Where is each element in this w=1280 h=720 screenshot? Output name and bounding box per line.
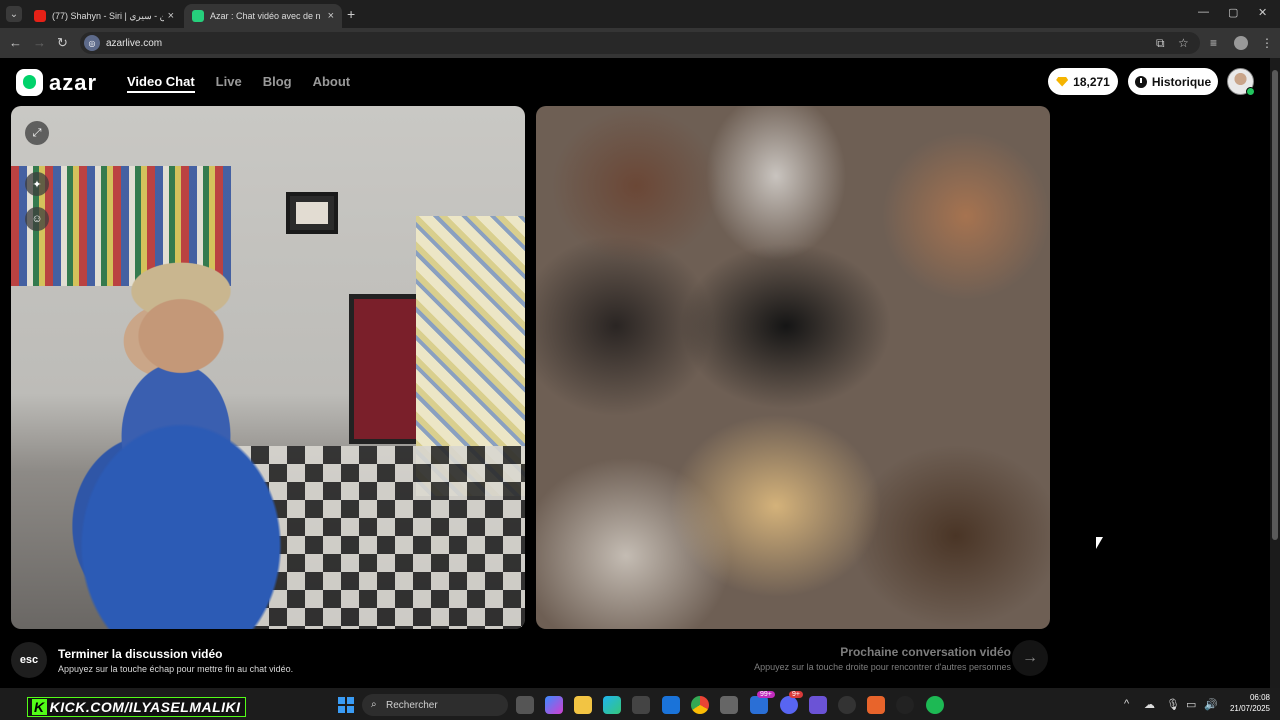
forward-icon[interactable]: → <box>33 35 46 50</box>
taskbar-clock[interactable]: 06:08 21/07/2025 <box>1222 692 1270 714</box>
media-control-icon[interactable]: ≡ <box>1210 36 1217 50</box>
gem-count: 18,271 <box>1073 74 1110 89</box>
clock-icon <box>1134 75 1147 88</box>
sticker-icon[interactable]: ☺ <box>25 207 49 231</box>
file-explorer-icon[interactable] <box>574 696 592 714</box>
copilot-icon[interactable] <box>545 696 563 714</box>
teams-icon[interactable] <box>750 696 768 714</box>
main-nav: Video Chat Live Blog About <box>127 74 350 93</box>
notification-badge: 99+ <box>757 691 775 698</box>
task-view-icon[interactable] <box>516 696 534 714</box>
nav-about[interactable]: About <box>313 74 351 93</box>
new-tab-button[interactable]: + <box>347 6 355 22</box>
next-chat-control[interactable]: Prochaine conversation vidéo Appuyez sur… <box>754 645 1011 672</box>
more-menu-icon[interactable]: ⋮ <box>1261 36 1273 50</box>
obs-icon[interactable] <box>838 696 856 714</box>
store-icon[interactable] <box>632 696 650 714</box>
mouse-cursor-icon <box>1096 537 1103 549</box>
kick-url: KICK.COM/ILYASELMALIKI <box>49 699 241 715</box>
tab-title: (77) Shahyn - Siri | شاهين - سيري <box>52 10 164 21</box>
app-icon[interactable] <box>720 696 738 714</box>
chrome-icon[interactable] <box>691 696 709 714</box>
install-app-icon[interactable]: ⧉ <box>1156 36 1165 51</box>
close-tab-icon[interactable]: × <box>328 10 334 22</box>
minimize-icon[interactable]: — <box>1198 6 1209 18</box>
back-icon[interactable]: ← <box>9 35 22 50</box>
esc-key-button[interactable]: esc <box>11 642 47 678</box>
user-avatar[interactable] <box>1227 68 1255 96</box>
browser-tab-azar[interactable]: Azar : Chat vidéo avec de n × <box>184 4 342 28</box>
profile-icon[interactable] <box>1234 36 1248 50</box>
next-arrow-icon[interactable]: → <box>1012 640 1048 676</box>
clock-date: 21/07/2025 <box>1229 704 1270 713</box>
tab-search-button[interactable]: ⌄ <box>6 6 22 22</box>
online-status-icon <box>1246 87 1255 96</box>
app-dark-icon[interactable] <box>896 696 914 714</box>
page-scrollbar[interactable] <box>1270 58 1280 688</box>
reload-icon[interactable]: ↻ <box>57 35 68 51</box>
nav-blog[interactable]: Blog <box>263 74 292 93</box>
kick-overlay: K KICK.COM/ILYASELMALIKI <box>27 697 246 717</box>
next-chat-hint: Appuyez sur la touche droite pour rencon… <box>754 662 1011 672</box>
restore-icon[interactable]: ▢ <box>1228 6 1238 19</box>
url-field[interactable]: azarlive.com <box>80 32 1200 54</box>
close-window-icon[interactable]: ✕ <box>1258 6 1267 19</box>
youtube-icon <box>34 10 46 22</box>
azar-logo-icon <box>16 69 43 96</box>
taskbar-search[interactable]: Rechercher <box>362 694 508 716</box>
tray-overflow-icon[interactable]: ^ <box>1124 698 1129 710</box>
outlook-icon[interactable] <box>662 696 680 714</box>
kick-logo-icon: K <box>32 699 47 715</box>
discord-icon[interactable] <box>780 696 798 714</box>
expand-icon[interactable]: ⤢ <box>25 121 49 145</box>
end-chat-title: Terminer la discussion vidéo <box>58 646 223 661</box>
streamer <box>31 246 321 629</box>
windows-start-icon[interactable] <box>338 697 354 713</box>
search-icon: ⌕ <box>371 699 377 710</box>
history-button[interactable]: Historique <box>1128 68 1218 95</box>
onedrive-icon[interactable]: ☁ <box>1144 698 1155 711</box>
close-tab-icon[interactable]: × <box>168 10 174 22</box>
peer-video-blurred <box>536 106 1050 629</box>
end-chat-control[interactable]: esc Terminer la discussion vidéo Appuyez… <box>11 642 293 678</box>
bookmark-star-icon[interactable]: ☆ <box>1178 36 1189 50</box>
logo-text: azar <box>49 69 98 95</box>
gem-icon <box>1056 76 1069 87</box>
nav-video-chat[interactable]: Video Chat <box>127 74 195 93</box>
site-info-icon[interactable]: ◎ <box>84 35 100 51</box>
sparkle-effects-icon[interactable]: ✦ <box>25 172 49 196</box>
notification-badge: 9+ <box>789 691 803 698</box>
game-controller-icon[interactable] <box>809 696 827 714</box>
nav-live[interactable]: Live <box>216 74 242 93</box>
tab-title: Azar : Chat vidéo avec de n <box>210 11 321 21</box>
edge-icon[interactable] <box>603 696 621 714</box>
history-label: Historique <box>1151 74 1212 89</box>
gem-balance-button[interactable]: 18,271 <box>1048 68 1118 95</box>
app-a-icon[interactable] <box>867 696 885 714</box>
azar-logo[interactable]: azar <box>16 69 97 96</box>
azar-favicon-icon <box>192 10 204 22</box>
browser-tab-youtube[interactable]: (77) Shahyn - Siri | شاهين - سيري × <box>26 4 182 28</box>
self-video <box>11 106 525 629</box>
microphone-icon[interactable]: 🎙 <box>1166 698 1180 711</box>
spotify-icon[interactable] <box>926 696 944 714</box>
end-chat-hint: Appuyez sur la touche échap pour mettre … <box>58 663 294 674</box>
next-chat-title: Prochaine conversation vidéo <box>840 645 1011 659</box>
clock-time: 06:08 <box>1249 693 1270 702</box>
scrollbar-thumb[interactable] <box>1272 70 1278 540</box>
wall-picture <box>286 192 338 234</box>
volume-icon[interactable]: 🔊 <box>1204 698 1218 711</box>
network-icon[interactable]: ▭ <box>1186 698 1196 711</box>
